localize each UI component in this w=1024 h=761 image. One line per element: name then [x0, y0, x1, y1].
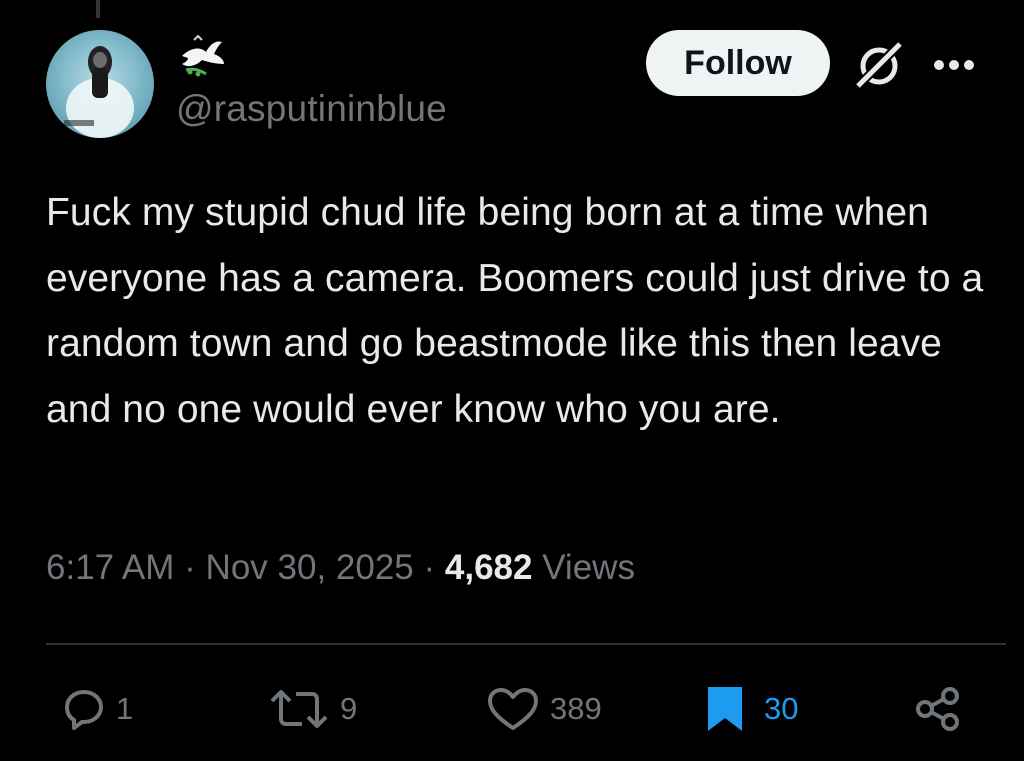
repost-button[interactable]: 9: [268, 686, 357, 732]
more-icon[interactable]: [932, 58, 976, 72]
thread-connector-line: [96, 0, 100, 18]
follow-button[interactable]: Follow: [646, 30, 830, 96]
tweet-text: Fuck my stupid chud life being born at a…: [46, 191, 984, 431]
meta-separator: ·: [184, 548, 206, 587]
reply-icon: [65, 690, 103, 730]
like-count: 389: [550, 691, 602, 726]
tweet-meta: 6:17 AM · Nov 30, 2025 · 4,682 Views: [46, 548, 635, 588]
heart-icon: [488, 688, 538, 730]
grok-icon[interactable]: [852, 40, 906, 90]
avatar-image: [46, 30, 154, 138]
views-label: Views: [542, 548, 635, 587]
reply-count: 1: [116, 691, 134, 726]
share-button[interactable]: [914, 686, 962, 732]
like-button[interactable]: 389: [486, 686, 602, 732]
tweet-time[interactable]: 6:17 AM: [46, 548, 174, 587]
repost-count: 9: [340, 691, 358, 726]
reply-button[interactable]: 1: [62, 686, 133, 732]
tweet-date[interactable]: Nov 30, 2025: [206, 548, 414, 587]
views-count: 4,682: [444, 548, 533, 587]
share-icon: [916, 687, 959, 731]
bookmark-icon: [708, 687, 742, 731]
dove-icon: [182, 34, 224, 77]
avatar[interactable]: [46, 30, 154, 138]
author-handle[interactable]: @rasputininblue: [176, 88, 447, 130]
meta-separator: ·: [423, 548, 445, 587]
repost-icon: [270, 690, 328, 728]
bookmark-count: 30: [764, 691, 799, 726]
bookmark-button[interactable]: 30: [704, 686, 798, 732]
divider: [46, 643, 1006, 645]
